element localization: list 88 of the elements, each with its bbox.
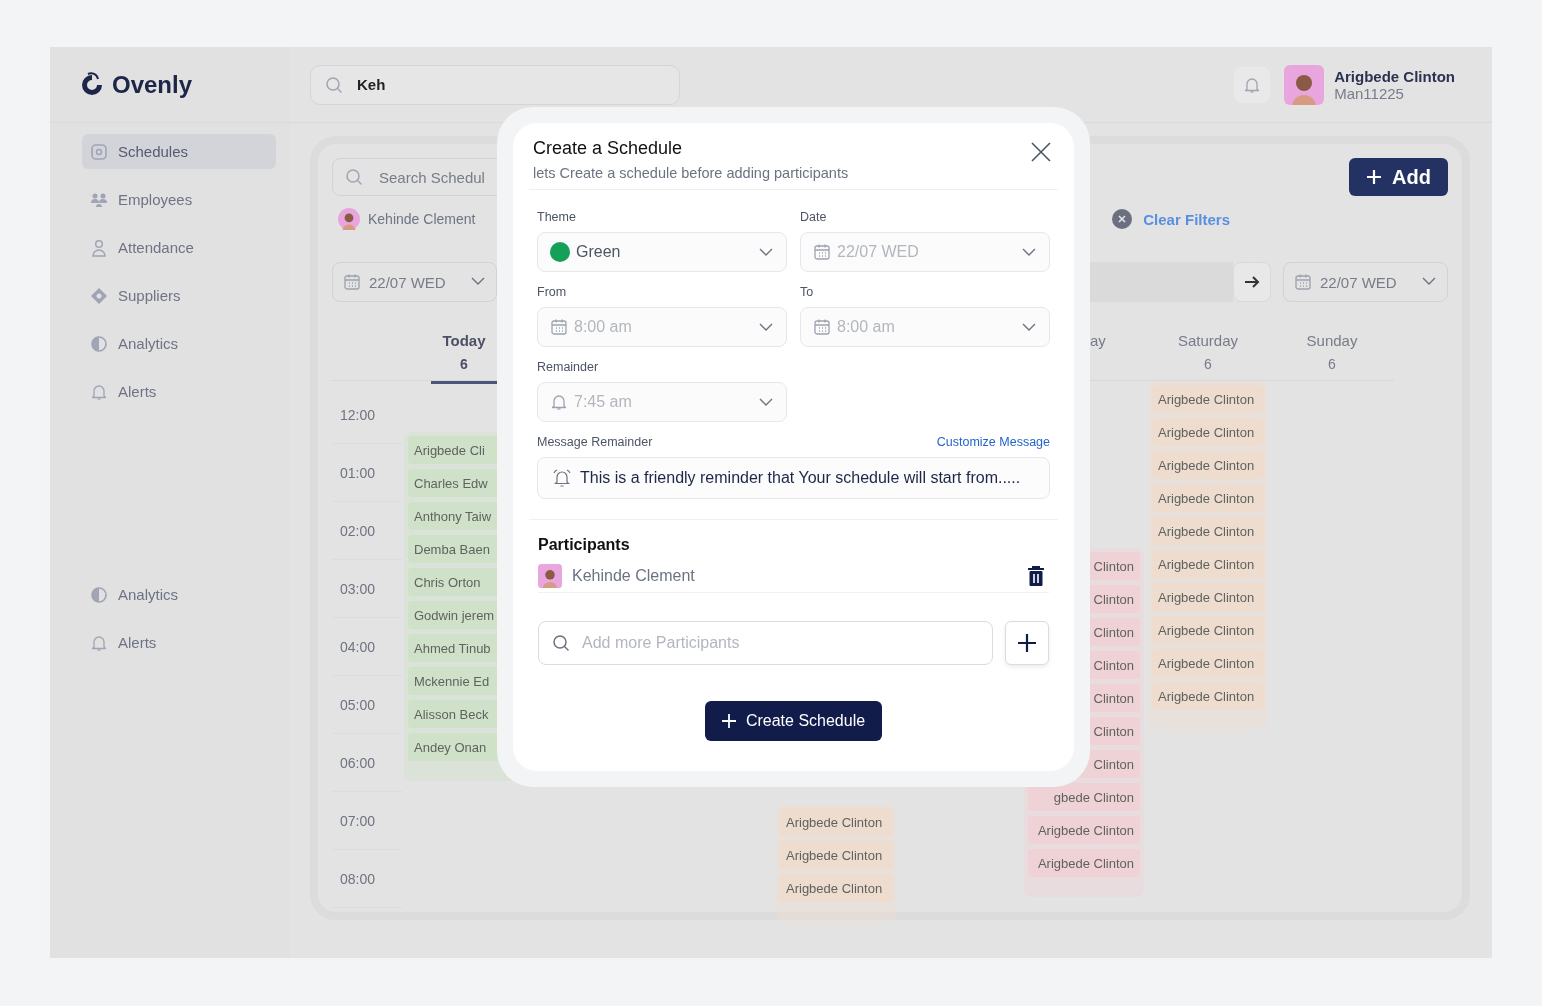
message-field[interactable]: This is a friendly reminder that Your schedule will start from..... <box>537 457 1050 499</box>
bell-icon <box>550 393 568 411</box>
event-chip[interactable]: Arigbede Clinton <box>1152 583 1264 611</box>
date-picker[interactable]: 22/07 WED <box>1283 262 1448 302</box>
pie-chart-icon <box>90 585 108 604</box>
diamond-icon <box>90 286 108 305</box>
day-name[interactable]: Saturday <box>1177 332 1238 349</box>
clear-filters-link[interactable]: Clear Filters <box>1143 210 1230 228</box>
next-button[interactable] <box>1233 262 1271 302</box>
avatar-icon <box>538 564 562 588</box>
modal-title: Create a Schedule <box>533 138 684 159</box>
plus-icon <box>1017 633 1037 653</box>
color-swatch <box>550 242 570 262</box>
dropdown[interactable]: Green <box>537 232 787 272</box>
participant-name: Kehinde Clement <box>572 567 695 585</box>
sidebar-item[interactable]: Attendance <box>82 230 276 265</box>
event-chip[interactable]: Arigbede Clinton <box>1152 550 1264 578</box>
filter-chip[interactable]: Kehinde Clement <box>332 204 482 234</box>
sidebar-item[interactable]: Employees <box>82 182 276 217</box>
time-label: 01:00 <box>340 464 376 481</box>
delete-button[interactable] <box>1027 565 1045 587</box>
user-name: Arigbede Clinton <box>1334 67 1455 85</box>
time-label: 03:00 <box>340 580 376 597</box>
time-label: 12:00 <box>340 406 376 423</box>
participant-search-field[interactable]: Add more Participants <box>538 621 993 665</box>
bell-icon <box>90 382 108 401</box>
logo-text: Ovenly <box>112 70 193 99</box>
day-name[interactable]: ay <box>1090 332 1106 349</box>
event-chip[interactable]: Arigbede Clinton <box>1152 682 1264 710</box>
trash-icon <box>1027 565 1045 587</box>
search-icon <box>325 75 343 94</box>
event-chip[interactable]: Arigbede Clinton <box>1152 418 1264 446</box>
time-label: 07:00 <box>340 812 376 829</box>
sidebar-item[interactable]: Alerts <box>82 374 276 409</box>
create-schedule-button[interactable]: Create Schedule <box>704 701 883 741</box>
section-title: Participants <box>537 535 631 554</box>
sidebar-item[interactable]: Alerts <box>82 625 276 660</box>
day-name[interactable]: Sunday <box>1306 332 1358 349</box>
customize-message-link[interactable]: Customize Message <box>936 435 1050 457</box>
logo-icon <box>80 71 104 98</box>
event-chip[interactable]: Arigbede Clinton <box>780 874 892 902</box>
day-number: 6 <box>460 356 468 372</box>
plus-icon <box>1366 169 1383 185</box>
event-chip[interactable]: Arigbede Clinton <box>1152 385 1264 413</box>
search-field[interactable]: Keh <box>310 64 680 105</box>
field-label: Theme <box>537 210 577 224</box>
event-chip[interactable]: Arigbede Clinton <box>1152 451 1264 479</box>
event-chip[interactable]: Arigbede Clinton <box>1028 849 1140 877</box>
day-number: 6 <box>1204 356 1212 372</box>
event-chip[interactable]: Arigbede Clinton <box>1152 517 1264 545</box>
event-chip[interactable]: Arigbede Clinton <box>1152 616 1264 644</box>
alarm-icon <box>552 468 572 488</box>
time-label: 04:00 <box>340 638 376 655</box>
plus-icon <box>721 714 736 728</box>
pie-chart-icon <box>90 334 108 353</box>
sidebar-item[interactable]: Schedules <box>82 134 276 169</box>
event-chip[interactable]: Arigbede Clinton <box>780 808 892 836</box>
sidebar-item[interactable]: Analytics <box>82 326 276 361</box>
event-chip[interactable]: Arigbede Clinton <box>780 841 892 869</box>
event-chip[interactable]: Arigbede Clinton <box>1152 484 1264 512</box>
time-label: 02:00 <box>340 522 376 539</box>
field-label: Remainder <box>537 360 600 374</box>
bell-icon <box>1243 75 1262 94</box>
avatar-icon <box>1284 64 1325 105</box>
field-label: From <box>537 285 568 299</box>
bell-icon <box>90 633 108 652</box>
field-label: To <box>800 285 815 299</box>
avatar-icon <box>338 208 360 230</box>
close-icon <box>1029 140 1053 164</box>
time-label: 08:00 <box>340 870 376 887</box>
time-label: 05:00 <box>340 696 376 713</box>
event-chip[interactable]: gbede Clinton <box>1028 783 1140 811</box>
time-label: 06:00 <box>340 754 376 771</box>
date-picker[interactable]: 22/07 WED <box>332 262 497 302</box>
person-icon <box>90 238 108 257</box>
day-number: 6 <box>1328 356 1336 372</box>
sidebar-item[interactable]: Analytics <box>82 577 276 612</box>
add-participant-button[interactable] <box>1005 621 1049 665</box>
field-label: Date <box>800 210 828 224</box>
event-chip[interactable]: Arigbede Clinton <box>1028 816 1140 844</box>
sidebar-item[interactable]: Suppliers <box>82 278 276 313</box>
add-button[interactable]: Add <box>1349 158 1448 196</box>
search-icon <box>345 168 363 186</box>
day-name[interactable]: Today <box>442 332 486 349</box>
event-chip[interactable]: Arigbede Clinton <box>1152 649 1264 677</box>
clear-icon[interactable] <box>1111 208 1134 230</box>
field-label: Message Remainder <box>537 435 653 449</box>
user-id: Man11225 <box>1334 84 1405 102</box>
